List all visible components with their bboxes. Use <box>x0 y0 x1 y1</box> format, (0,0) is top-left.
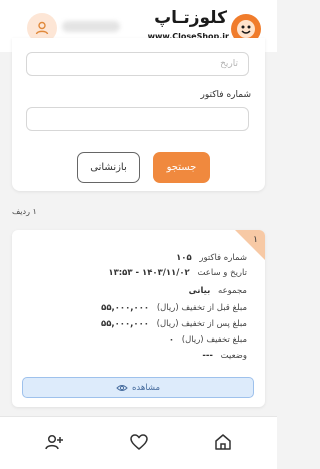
reset-button[interactable]: بازنشانی <box>77 152 140 183</box>
view-button[interactable]: مشاهده <box>22 377 254 398</box>
invoice-number-label: شماره فاکتور <box>200 90 251 100</box>
status-row: وضعیت --- <box>202 351 247 361</box>
nav-add-user-button[interactable] <box>44 432 64 452</box>
nav-favorites-button[interactable] <box>129 432 149 452</box>
collection-value: بیانی <box>188 286 211 296</box>
row-count: ۱ ردیف <box>12 207 37 216</box>
invoice-number-row: شماره فاکتور ۱۰۵ <box>176 253 247 263</box>
invoice-number-row-value: ۱۰۵ <box>176 253 192 263</box>
search-button[interactable]: جستجو <box>153 152 210 183</box>
collection-label: مجموعه <box>218 286 247 296</box>
price-before-value: ۵۵,۰۰۰,۰۰۰ <box>101 303 150 313</box>
discount-value: ۰ <box>168 335 175 345</box>
price-before-row: مبلغ قبل از تخفیف (ریال) ۵۵,۰۰۰,۰۰۰ <box>101 303 247 313</box>
eye-icon <box>116 384 128 391</box>
datetime-value: ۱۴۰۳/۱۱/۰۲ - ۱۳:۵۳ <box>108 268 190 278</box>
nav-home-button[interactable] <box>213 432 233 452</box>
invoice-number-field[interactable] <box>26 107 249 131</box>
price-after-label: مبلغ پس از تخفیف (ریال) <box>156 319 247 329</box>
discount-label: مبلغ تخفیف (ریال) <box>181 335 247 345</box>
date-placeholder: تاریخ <box>220 59 238 69</box>
price-after-value: ۵۵,۰۰۰,۰۰۰ <box>101 319 149 329</box>
card-index: ۱ <box>253 235 258 245</box>
bottom-nav <box>0 416 277 469</box>
logo-text: کلوزتـاپ <box>154 8 227 28</box>
view-button-label: مشاهده <box>131 382 161 393</box>
price-before-label: مبلغ قبل از تخفیف (ریال) <box>156 303 247 313</box>
discount-row: مبلغ تخفیف (ریال) ۰ <box>169 335 247 345</box>
heart-icon <box>130 434 148 450</box>
username-redacted <box>62 21 120 32</box>
status-label: وضعیت <box>220 351 247 361</box>
collection-row: مجموعه بیانی <box>189 286 247 296</box>
home-icon <box>215 434 231 450</box>
datetime-label: تاریخ و ساعت <box>197 268 247 278</box>
add-user-icon <box>45 434 63 450</box>
invoice-card: ۱ شماره فاکتور ۱۰۵ تاریخ و ساعت ۱۴۰۳/۱۱/… <box>12 230 265 407</box>
search-panel: تاریخ شماره فاکتور جستجو بازنشانی <box>12 38 265 191</box>
price-after-row: مبلغ پس از تخفیف (ریال) ۵۵,۰۰۰,۰۰۰ <box>101 319 247 329</box>
status-value: --- <box>202 351 213 361</box>
date-field[interactable]: تاریخ <box>26 52 249 76</box>
user-icon <box>35 21 49 35</box>
datetime-row: تاریخ و ساعت ۱۴۰۳/۱۱/۰۲ - ۱۳:۵۳ <box>108 268 247 278</box>
invoice-number-row-label: شماره فاکتور <box>199 253 247 263</box>
